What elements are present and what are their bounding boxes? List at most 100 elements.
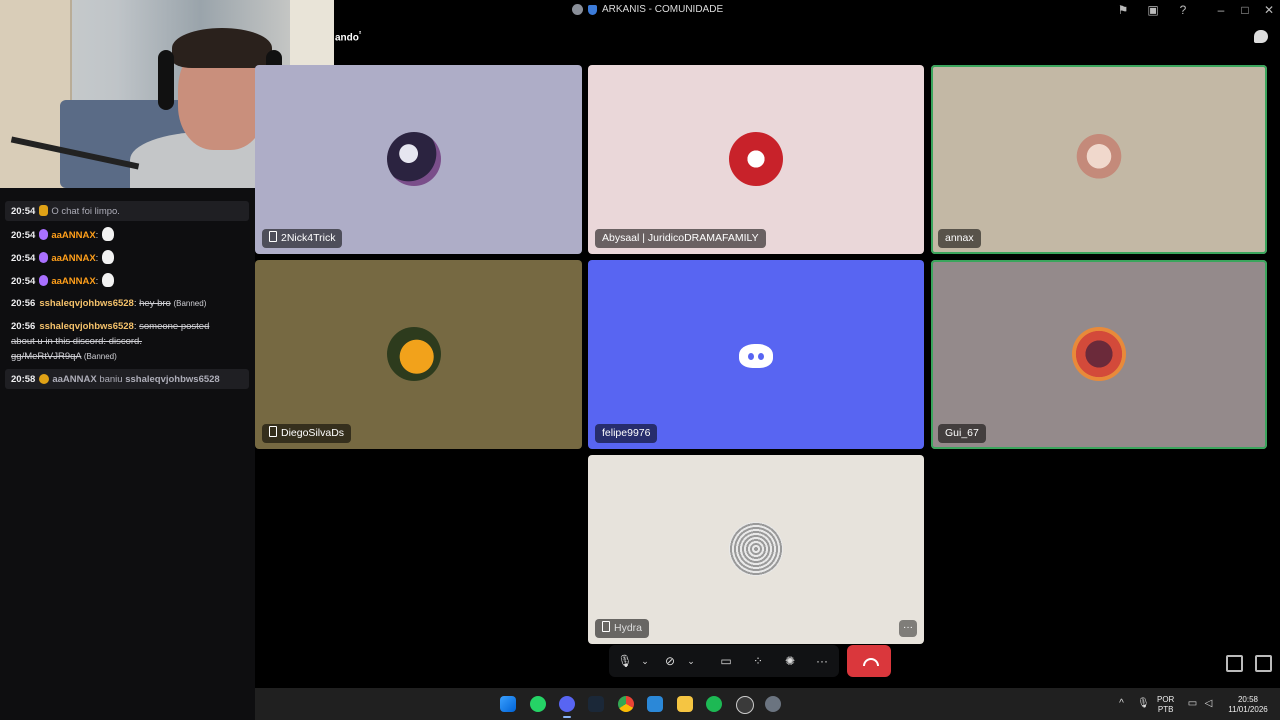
keyboard-layout: PTB	[1157, 705, 1174, 714]
app-icon[interactable]	[736, 696, 754, 714]
server-icon	[588, 4, 597, 15]
chat-time: 20:58	[11, 374, 36, 385]
channel-name-text: ando	[335, 32, 359, 44]
discord-taskbar-icon[interactable]	[559, 696, 575, 712]
tray-mic-icon[interactable]: 🎙	[1137, 698, 1150, 709]
chrome-icon[interactable]	[618, 696, 634, 712]
participant-nametag: felipe9976	[595, 424, 658, 443]
chat-time: 20:54	[11, 206, 36, 217]
camera-options-chevron-icon[interactable]: ⌄	[683, 653, 699, 669]
shield-icon	[39, 374, 50, 384]
chat-message: 20:54 aaANNAX:	[11, 250, 115, 266]
duck-emote-icon	[102, 227, 115, 241]
tray-overflow-chevron-icon[interactable]: ^	[1116, 698, 1127, 709]
tile-more-button[interactable]: ···	[899, 620, 917, 637]
chat-message: 20:54 aaANNAX:	[11, 227, 115, 243]
participant-nametag: Hydra	[595, 619, 650, 638]
help-icon[interactable]: ?	[1176, 4, 1190, 17]
participant-tile[interactable]: Abysaal | JuridicoDRAMAFAMILY	[588, 65, 924, 254]
banned-label: (Banned)	[83, 352, 117, 361]
chat-separator: :	[133, 321, 137, 332]
chat-separator: :	[133, 298, 137, 309]
participant-tile[interactable]: Hydra ···	[588, 455, 924, 644]
duck-emote-icon	[102, 273, 115, 287]
spotify-icon[interactable]	[706, 696, 722, 712]
steam-icon[interactable]	[588, 696, 604, 712]
participant-name: DiegoSilvaDs	[281, 427, 345, 439]
chat-time: 20:56	[11, 298, 36, 309]
screen-share-icon[interactable]: ▭	[718, 653, 734, 669]
stream-chat-overlay: 20:54 O chat foi limpo. 20:54 aaANNAX: 20:…	[0, 188, 255, 720]
mic-options-chevron-icon[interactable]: ⌄	[637, 653, 653, 669]
clock-time: 20:58	[1237, 695, 1259, 704]
clock-date: 11/01/2026	[1228, 705, 1268, 714]
language-code: POR	[1157, 695, 1175, 704]
network-icon[interactable]: ▭	[1187, 698, 1198, 709]
participant-name: Gui_67	[945, 427, 979, 439]
disconnect-button[interactable]	[847, 645, 891, 677]
popout-icon[interactable]	[1226, 655, 1243, 672]
volume-icon[interactable]: ◁	[1203, 698, 1214, 709]
camera-off-icon[interactable]: ⊘	[662, 653, 678, 669]
maximize-icon[interactable]: □	[1238, 4, 1252, 17]
participant-name: Abysaal | JuridicoDRAMAFAMILY	[602, 232, 759, 244]
channel-superscript: ²	[358, 31, 362, 38]
system-clock[interactable]: 20:58 11/01/2026	[1224, 695, 1272, 715]
chat-message: 20:56 sshaleqvjohbws6528: someone posted …	[11, 319, 241, 364]
window-title-text: ARKANIS - COMUNIDADE	[602, 4, 724, 15]
fullscreen-icon[interactable]	[1255, 655, 1272, 672]
channel-name: ando²	[335, 31, 361, 43]
microphone-icon[interactable]: 🎙	[617, 653, 633, 669]
mobile-icon	[269, 231, 277, 242]
close-icon[interactable]: ✕	[1262, 4, 1276, 17]
participant-nametag: Gui_67	[938, 424, 986, 443]
participant-tile-speaking[interactable]: annax	[931, 65, 1267, 254]
trash-icon	[39, 205, 49, 216]
chat-username[interactable]: sshaleqvjohbws6528	[39, 321, 134, 332]
chat-deleted-text: gg/MeRtVJR9qA	[11, 351, 82, 362]
duck-emote-icon	[102, 250, 115, 264]
mobile-icon	[269, 426, 277, 437]
participant-tile-speaking[interactable]: Gui_67	[931, 260, 1267, 449]
photos-icon[interactable]	[647, 696, 663, 712]
chat-username[interactable]: aaANNAX	[51, 276, 95, 287]
inbox-icon[interactable]: ▣	[1146, 4, 1160, 17]
chat-time: 20:54	[11, 230, 36, 241]
whatsapp-icon[interactable]	[530, 696, 546, 712]
chat-message: 20:56 sshaleqvjohbws6528: hey bro (Banned…	[11, 296, 206, 311]
chat-separator: :	[95, 253, 99, 264]
more-options-icon[interactable]: ···	[814, 653, 830, 669]
chat-username[interactable]: aaANNAX	[51, 253, 95, 264]
headphone-left	[158, 50, 174, 110]
participant-nametag: DiegoSilvaDs	[262, 424, 352, 443]
chat-action: baniu	[99, 374, 123, 385]
banned-label: (Banned)	[173, 299, 207, 308]
avatar	[387, 132, 441, 186]
chat-username[interactable]: sshaleqvjohbws6528	[39, 298, 134, 309]
soundboard-icon[interactable]: ✺	[782, 653, 798, 669]
participant-name: Hydra	[614, 622, 643, 634]
activities-icon[interactable]: ⁘	[750, 653, 766, 669]
avatar	[1072, 132, 1126, 186]
chat-message: 20:58 aaANNAX baniu sshaleqvjohbws6528	[11, 372, 220, 387]
participant-tile[interactable]: DiegoSilvaDs	[255, 260, 582, 449]
participant-tile[interactable]: 2Nick4Trick	[255, 65, 582, 254]
chat-actor: aaANNAX	[52, 374, 97, 385]
chat-bubble-icon[interactable]	[1254, 30, 1268, 43]
minimize-icon[interactable]: –	[1214, 4, 1228, 17]
input-language[interactable]: POR PTB	[1157, 695, 1174, 715]
avatar	[729, 132, 783, 186]
participant-tile[interactable]: felipe9976	[588, 260, 924, 449]
chat-deleted-text: someone posted	[139, 321, 210, 332]
windows-start-icon[interactable]	[500, 696, 516, 712]
chat-username[interactable]: aaANNAX	[51, 230, 95, 241]
chat-message: 20:54 aaANNAX:	[11, 273, 115, 289]
flag-icon[interactable]: ⚑	[1116, 4, 1130, 17]
chat-text: O chat foi limpo.	[51, 206, 120, 217]
chat-deleted-text: hey bro	[139, 298, 171, 309]
call-controls-bar: 🎙 ⌄ ⊘ ⌄ ▭ ⁘ ✺ ···	[609, 645, 839, 677]
hangup-phone-icon	[863, 658, 879, 666]
settings-gear-icon[interactable]	[765, 696, 781, 712]
avatar	[729, 522, 783, 576]
file-explorer-icon[interactable]	[677, 696, 693, 712]
